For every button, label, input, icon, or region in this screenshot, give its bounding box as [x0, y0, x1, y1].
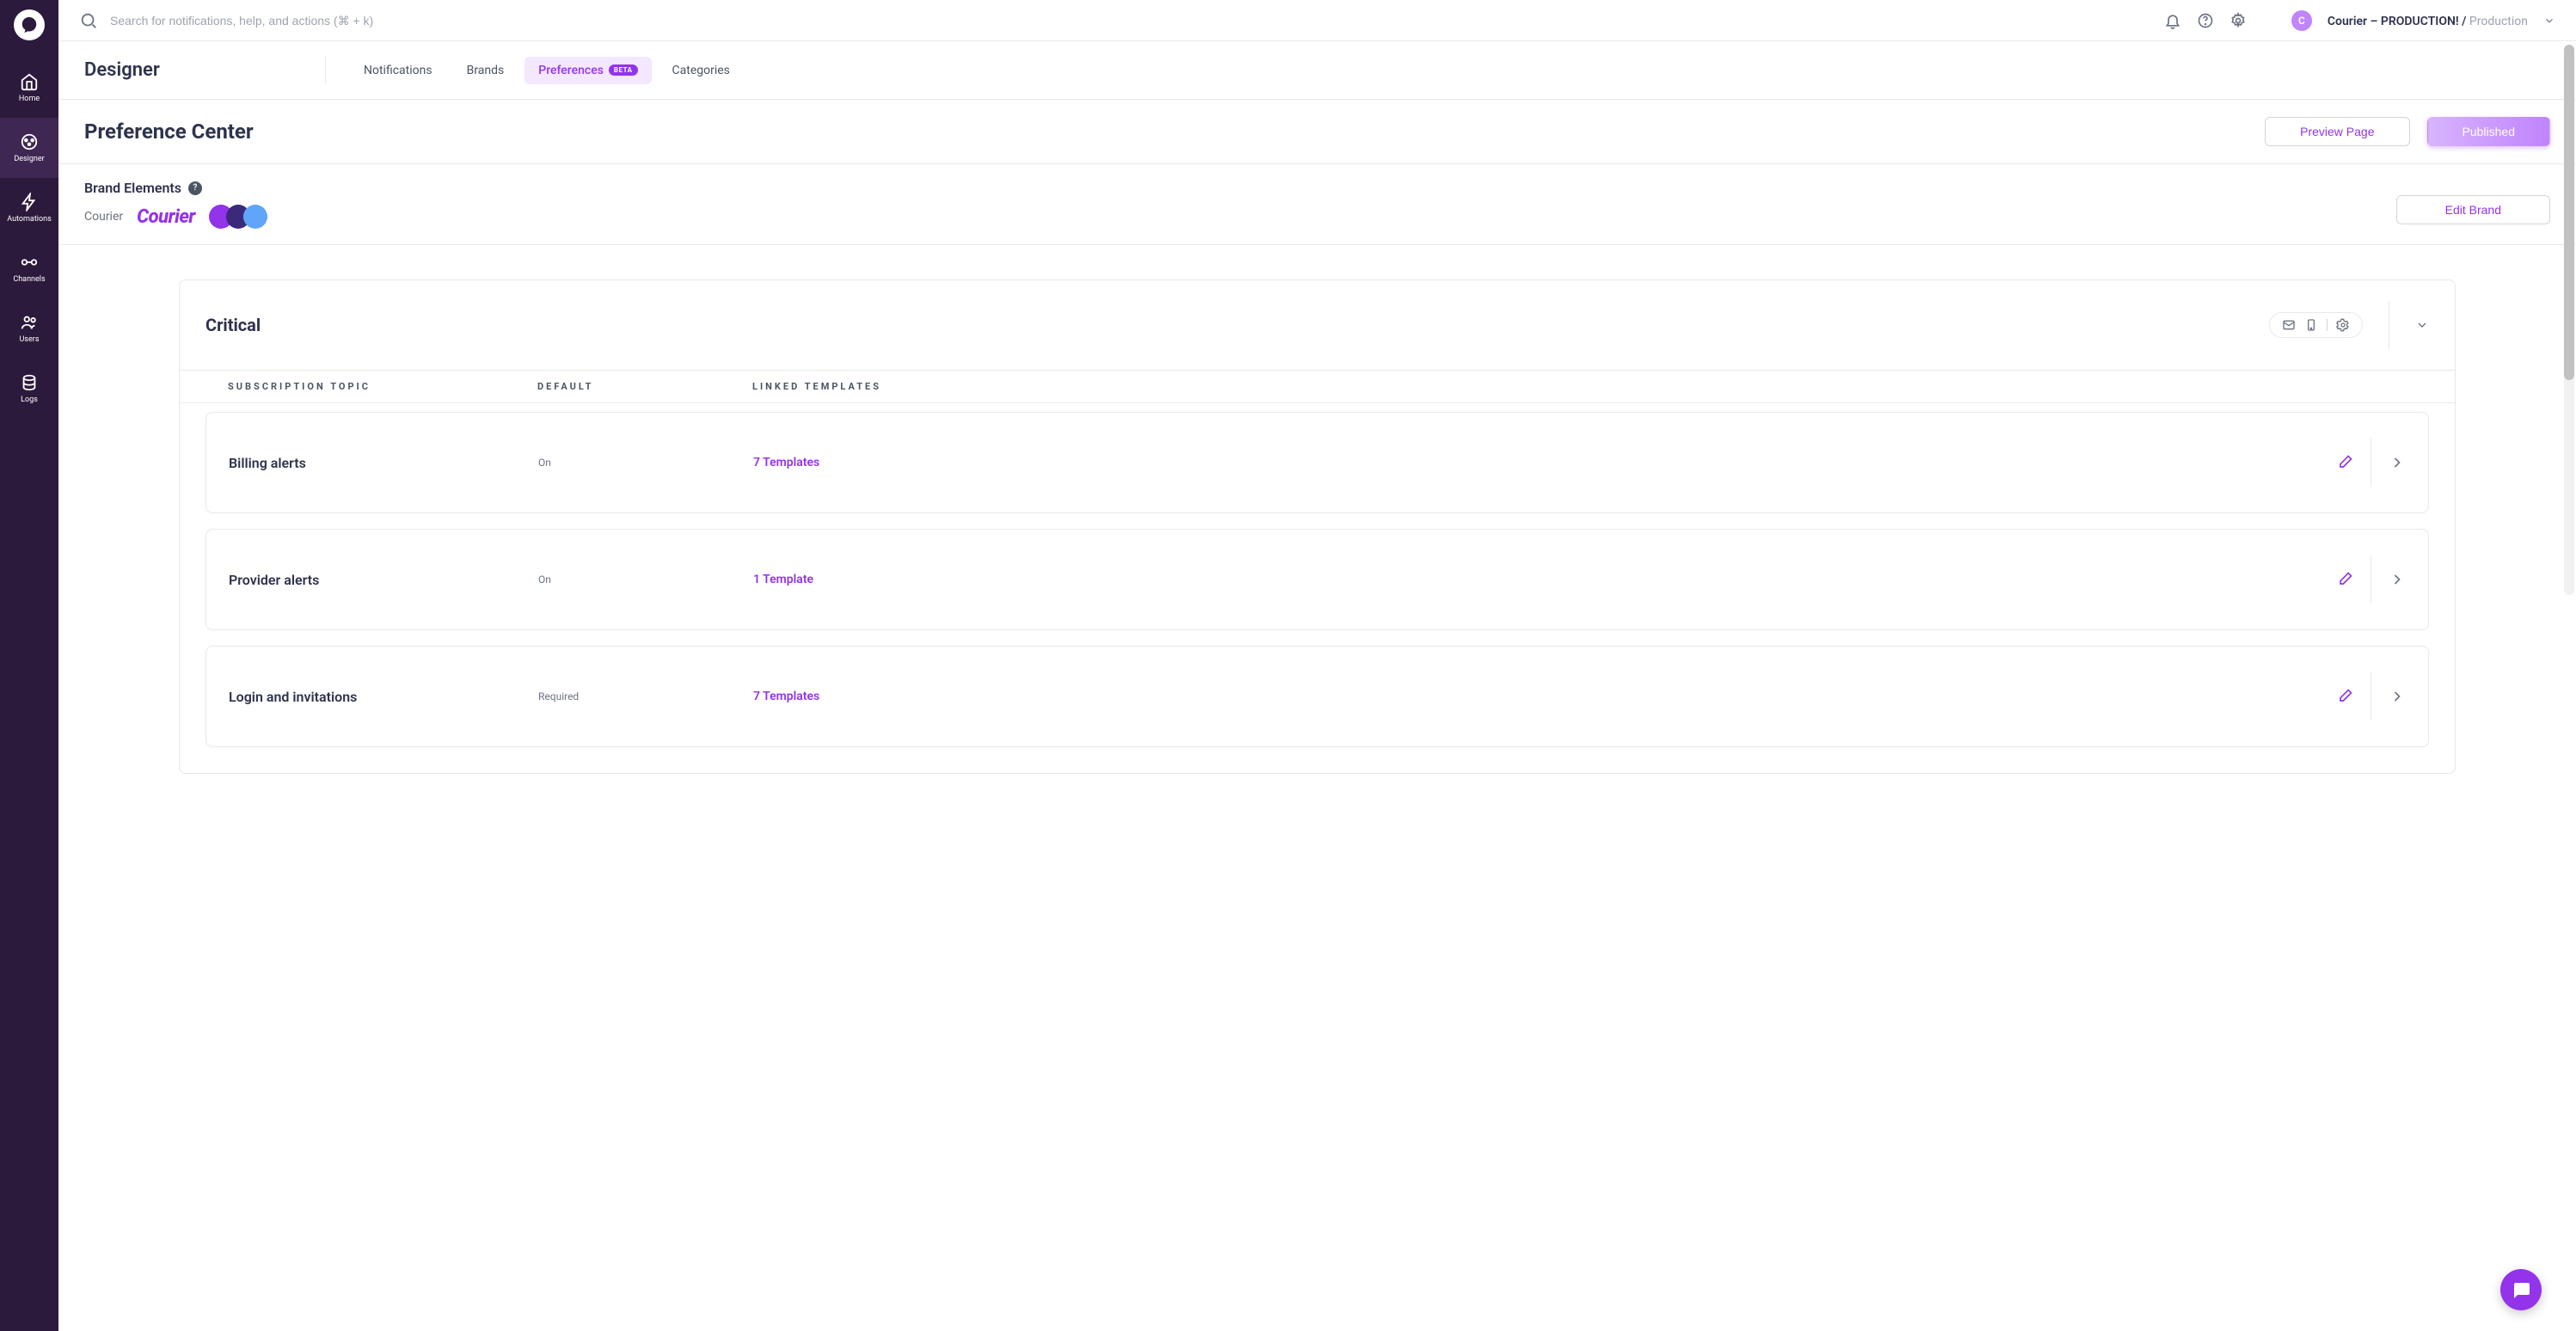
row-default: On: [538, 457, 753, 469]
sidebar-item-label: Logs: [21, 396, 38, 404]
table-row: Provider alerts On 1 Template: [205, 529, 2429, 630]
tab-brands[interactable]: Brands: [453, 57, 518, 84]
color-swatches: [209, 205, 267, 229]
workspace-name: Courier – PRODUCTION! /: [2328, 15, 2467, 28]
chat-fab[interactable]: [2500, 1269, 2542, 1310]
th-default: DEFAULT: [537, 381, 752, 392]
chevron-right-icon[interactable]: [2389, 454, 2406, 471]
page-title: Preference Center: [84, 120, 254, 144]
brand-heading-text: Brand Elements: [84, 180, 181, 196]
brand-logo: Courier: [137, 206, 195, 228]
row-templates-link[interactable]: 7 Templates: [753, 690, 2285, 703]
sidebar-item-home[interactable]: Home: [0, 58, 58, 118]
brand-name: Courier: [84, 210, 123, 224]
th-topic: SUBSCRIPTION TOPIC: [228, 381, 537, 392]
gear-icon[interactable]: [2229, 12, 2247, 29]
app-logo[interactable]: [14, 9, 45, 40]
sidebar-item-label: Home: [19, 95, 40, 103]
chevron-right-icon[interactable]: [2389, 688, 2406, 705]
published-button[interactable]: Published: [2427, 117, 2551, 146]
sidebar-item-channels[interactable]: Channels: [0, 238, 58, 298]
sidebar-item-users[interactable]: Users: [0, 298, 58, 359]
tab-label: Preferences: [538, 64, 604, 77]
gear-icon: [2336, 318, 2350, 332]
table-head: SUBSCRIPTION TOPIC DEFAULT LINKED TEMPLA…: [180, 370, 2455, 403]
row-default: On: [538, 573, 753, 586]
sidebar-item-automations[interactable]: Automations: [0, 178, 58, 238]
row-templates-link[interactable]: 7 Templates: [753, 456, 2285, 469]
edit-brand-button[interactable]: Edit Brand: [2396, 195, 2550, 224]
edit-icon[interactable]: [2336, 454, 2353, 471]
tab-categories[interactable]: Categories: [659, 57, 744, 84]
table-row: Login and invitations Required 7 Templat…: [205, 646, 2429, 747]
mobile-icon: [2304, 318, 2318, 332]
row-name: Billing alerts: [229, 455, 538, 471]
beta-badge: BETA: [609, 64, 638, 76]
workspace-env: Production: [2466, 15, 2528, 28]
sidebar: Home Designer Automations Channels Users…: [0, 0, 58, 1331]
tab-notifications[interactable]: Notifications: [350, 57, 446, 84]
avatar[interactable]: C: [2291, 10, 2312, 31]
topbar: C Courier – PRODUCTION! / Production: [58, 0, 2576, 41]
search-input[interactable]: [110, 14, 454, 28]
workspace-switcher[interactable]: Courier – PRODUCTION! / Production: [2328, 12, 2528, 28]
th-linked: LINKED TEMPLATES: [752, 381, 2286, 392]
help-icon[interactable]: [2197, 12, 2214, 29]
card-title: Critical: [205, 315, 261, 335]
chat-icon: [2511, 1279, 2531, 1300]
sidebar-item-logs[interactable]: Logs: [0, 359, 58, 419]
brand-heading: Brand Elements ?: [84, 180, 267, 196]
row-default: Required: [538, 690, 753, 702]
tab-preferences[interactable]: Preferences BETA: [524, 57, 651, 84]
sidebar-item-label: Users: [20, 335, 40, 344]
preference-card: Critical SUB: [179, 279, 2456, 774]
divider: [2327, 319, 2328, 331]
sidebar-item-designer[interactable]: Designer: [0, 118, 58, 178]
help-badge-icon[interactable]: ?: [188, 181, 202, 195]
row-name: Login and invitations: [229, 689, 538, 705]
tabbar: Designer Notifications Brands Preference…: [58, 41, 2576, 100]
divider: [325, 57, 326, 84]
table-row: Billing alerts On 7 Templates: [205, 412, 2429, 513]
bell-icon[interactable]: [2164, 12, 2181, 29]
section-title: Designer: [84, 59, 325, 81]
row-name: Provider alerts: [229, 572, 538, 588]
swatch: [243, 205, 267, 229]
chevron-down-icon[interactable]: [2543, 15, 2555, 27]
sidebar-item-label: Designer: [14, 155, 44, 163]
sidebar-item-label: Automations: [7, 215, 51, 224]
sidebar-item-label: Channels: [13, 275, 45, 284]
edit-icon[interactable]: [2336, 571, 2353, 588]
search-icon: [79, 11, 98, 30]
row-templates-link[interactable]: 1 Template: [753, 573, 2285, 586]
edit-icon[interactable]: [2336, 688, 2353, 705]
chevron-right-icon[interactable]: [2389, 571, 2406, 588]
scrollbar-thumb[interactable]: [2564, 45, 2574, 380]
mail-icon: [2282, 318, 2296, 332]
preview-page-button[interactable]: Preview Page: [2265, 117, 2409, 146]
brand-section: Brand Elements ? Courier Courier Edit Br…: [58, 164, 2576, 245]
scrollbar[interactable]: [2564, 45, 2574, 595]
page-header: Preference Center Preview Page Published: [58, 100, 2576, 164]
channel-pills[interactable]: [2269, 312, 2363, 338]
chevron-down-icon[interactable]: [2415, 318, 2429, 332]
